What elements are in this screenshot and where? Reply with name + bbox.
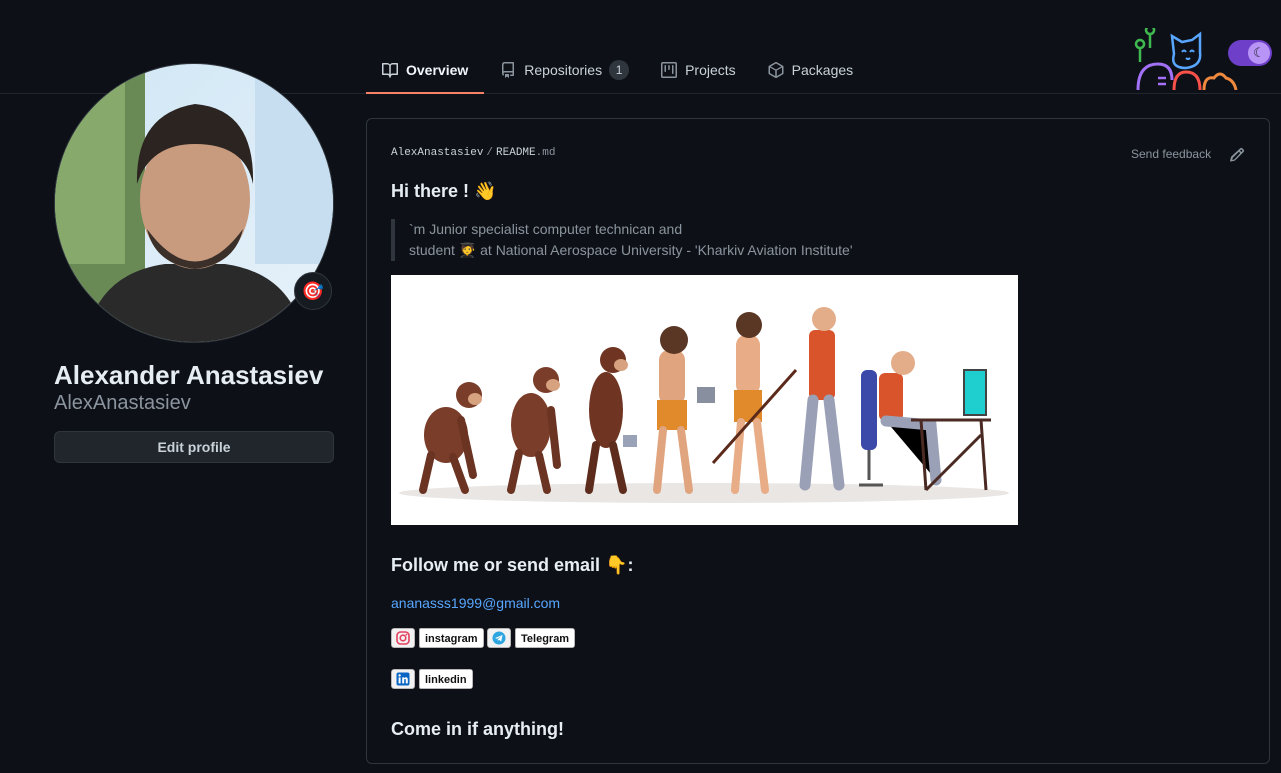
tab-overview[interactable]: Overview bbox=[366, 48, 485, 94]
quote-line-1: `m Junior specialist computer technican … bbox=[409, 221, 683, 237]
evolution-image[interactable] bbox=[391, 275, 1018, 525]
tab-packages[interactable]: Packages bbox=[752, 48, 869, 91]
instagram-badge[interactable]: instagram bbox=[391, 628, 484, 648]
moon-icon: ☾ bbox=[1248, 42, 1270, 64]
octocat-mascot-icon bbox=[1134, 28, 1238, 90]
tab-repositories[interactable]: Repositories 1 bbox=[484, 48, 645, 91]
readme-path: AlexAnastasiev / README.md bbox=[391, 147, 555, 159]
instagram-badge-label: instagram bbox=[419, 628, 484, 648]
tab-packages-label: Packages bbox=[791, 61, 854, 78]
pencil-icon[interactable] bbox=[1229, 147, 1245, 163]
profile-username: AlexAnastasiev bbox=[54, 392, 191, 414]
project-icon bbox=[661, 61, 678, 78]
profile-readme: AlexAnastasiev / README.md Send feedback H… bbox=[366, 118, 1270, 764]
readme-heading: Hi there ! 👋 bbox=[391, 181, 497, 201]
edit-profile-button[interactable]: Edit profile bbox=[54, 431, 334, 463]
closing-heading: Come in if anything! bbox=[391, 719, 564, 739]
package-icon bbox=[768, 61, 784, 78]
repo-icon bbox=[502, 61, 515, 78]
book-icon bbox=[382, 62, 398, 78]
readme-file-ext: .md bbox=[535, 147, 556, 159]
readme-owner-link[interactable]: AlexAnastasiev bbox=[391, 147, 483, 159]
readme-quote: `m Junior specialist computer technican … bbox=[391, 219, 853, 261]
email-link[interactable]: ananasss1999@gmail.com bbox=[391, 595, 560, 611]
avatar[interactable] bbox=[54, 63, 334, 343]
profile-tabs: Overview Repositories 1 Projects Package… bbox=[366, 48, 869, 94]
repositories-count: 1 bbox=[609, 59, 630, 80]
follow-heading: Follow me or send email 👇: bbox=[391, 555, 634, 575]
linkedin-badge[interactable]: linkedin bbox=[391, 669, 473, 689]
tab-repositories-label: Repositories bbox=[524, 61, 603, 78]
quote-line-2: student 🧑‍🎓 at National Aerospace Univer… bbox=[409, 242, 853, 258]
tab-projects[interactable]: Projects bbox=[645, 48, 752, 91]
telegram-icon bbox=[487, 628, 511, 648]
theme-toggle[interactable]: ☾ bbox=[1228, 40, 1272, 66]
telegram-badge-label: Telegram bbox=[515, 628, 576, 648]
linkedin-badge-label: linkedin bbox=[419, 669, 473, 689]
send-feedback-link[interactable]: Send feedback bbox=[1131, 147, 1211, 161]
profile-full-name: Alexander Anastasiev bbox=[54, 360, 324, 390]
readme-file-link[interactable]: README bbox=[496, 147, 536, 159]
tab-projects-label: Projects bbox=[685, 61, 736, 78]
telegram-badge[interactable]: Telegram bbox=[487, 628, 576, 648]
avatar-photo bbox=[55, 64, 333, 342]
tab-overview-label: Overview bbox=[406, 62, 469, 78]
readme-path-separator: / bbox=[486, 147, 494, 159]
target-icon[interactable]: 🎯 bbox=[294, 272, 332, 310]
linkedin-icon bbox=[391, 669, 415, 689]
instagram-icon bbox=[391, 628, 415, 648]
